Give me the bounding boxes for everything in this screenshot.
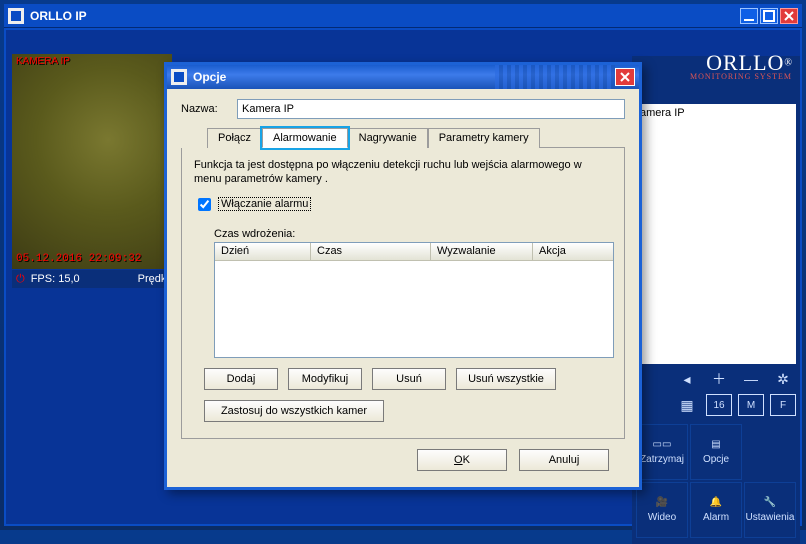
tab-connect[interactable]: Połącz [207, 128, 262, 148]
dialog-app-icon [171, 69, 187, 85]
col-action[interactable]: Akcja [533, 243, 613, 260]
name-label: Nazwa: [181, 103, 229, 115]
close-button[interactable] [780, 8, 798, 24]
dialog-close-button[interactable] [615, 68, 635, 86]
tab-record[interactable]: Nagrywanie [348, 128, 428, 148]
col-day[interactable]: Dzień [215, 243, 311, 260]
tab-alarm[interactable]: Alarmowanie [262, 128, 348, 148]
brand-logo: ORLLO® MONITORING SYSTEM [690, 50, 792, 81]
maximize-button[interactable] [760, 8, 778, 24]
right-panel: ORLLO® MONITORING SYSTEM amera IP ◂ ＋ — … [632, 56, 800, 544]
ok-button[interactable]: OK [417, 449, 507, 471]
panel-options[interactable]: ▤ Opcje [690, 424, 742, 480]
main-titlebar[interactable]: ORLLO IP [4, 4, 802, 28]
status-bar: ⏻ FPS: 15,0 Prędkoś [12, 270, 182, 288]
dialog-title: Opcje [193, 70, 226, 84]
listview-header: Dzień Czas Wyzwalanie Akcja [215, 243, 613, 261]
minimize-button[interactable] [740, 8, 758, 24]
cancel-button[interactable]: Anuluj [519, 449, 609, 471]
schedule-listview[interactable]: Dzień Czas Wyzwalanie Akcja [214, 242, 614, 358]
options-icon: ▤ [711, 439, 720, 450]
window-controls [740, 8, 798, 24]
fps-label: FPS: 15,0 [31, 273, 80, 285]
tab-alarm-content: Funkcja ta jest dostępna po włączeniu de… [181, 148, 625, 439]
main-body: KAMERA IP 05.12.2016 22:09:32 ⏻ FPS: 15,… [4, 28, 802, 526]
video-timestamp: 05.12.2016 22:09:32 [16, 253, 141, 265]
dialog-tabs: Połącz Alarmowanie Nagrywanie Parametry … [207, 127, 625, 148]
delete-button[interactable]: Usuń [372, 368, 446, 390]
apply-all-button[interactable]: Zastosuj do wszystkich kamer [204, 400, 384, 422]
panel-stop-label: Zatrzymaj [640, 454, 684, 465]
panel-video-label: Wideo [648, 512, 676, 523]
enable-alarm-checkbox[interactable] [198, 198, 211, 211]
prev-icon[interactable]: ◂ [674, 368, 700, 390]
bell-icon: 🔔 [710, 497, 722, 508]
main-window: ORLLO IP KAMERA IP 05.12.2016 22:09:32 ⏻… [4, 4, 802, 526]
remove-icon[interactable]: — [738, 368, 764, 390]
name-input[interactable] [237, 99, 625, 119]
titlebar-pattern [495, 65, 615, 89]
grid-icon[interactable]: ▦ [674, 394, 700, 416]
add-icon[interactable]: ＋ [706, 368, 732, 390]
schedule-title: Czas wdrożenia: [214, 228, 612, 240]
delete-all-button[interactable]: Usuń wszystkie [456, 368, 556, 390]
options-dialog: Opcje Nazwa: Połącz Alarmowanie Nagrywan… [164, 62, 642, 490]
camera-icon: 🎥 [656, 497, 668, 508]
col-time[interactable]: Czas [311, 243, 431, 260]
day16-icon[interactable]: 16 [706, 394, 732, 416]
modify-button[interactable]: Modyfikuj [288, 368, 362, 390]
col-trigger[interactable]: Wyzwalanie [431, 243, 533, 260]
add-button[interactable]: Dodaj [204, 368, 278, 390]
alarm-description: Funkcja ta jest dostępna po włączeniu de… [194, 158, 612, 187]
camera-list-item-label: amera IP [634, 104, 796, 122]
panel-options-label: Opcje [703, 454, 729, 465]
video-panel[interactable]: KAMERA IP 05.12.2016 22:09:32 [12, 54, 172, 269]
dialog-titlebar[interactable]: Opcje [167, 65, 639, 89]
power-icon: ⏻ [16, 273, 25, 286]
app-icon [8, 8, 24, 24]
stop-icon: ▭▭ [653, 439, 672, 450]
wrench-icon: 🔧 [764, 497, 776, 508]
month-icon[interactable]: M [738, 394, 764, 416]
panel-stop[interactable]: ▭▭ Zatrzymaj [636, 424, 688, 480]
main-title: ORLLO IP [30, 9, 87, 23]
gear-icon[interactable]: ✲ [770, 368, 796, 390]
filter-icon[interactable]: F [770, 394, 796, 416]
panel-alarm-label: Alarm [703, 512, 729, 523]
camera-list-card[interactable]: amera IP [634, 104, 796, 364]
enable-alarm-label: Włączanie alarmu [218, 197, 311, 211]
control-icons: ◂ ＋ — ✲ ▦ 16 M F ▭▭ Zatrzymaj [636, 368, 796, 538]
video-source-label: KAMERA IP [16, 56, 70, 67]
panel-settings-label: Ustawienia [746, 512, 795, 523]
tab-params[interactable]: Parametry kamery [428, 128, 540, 148]
